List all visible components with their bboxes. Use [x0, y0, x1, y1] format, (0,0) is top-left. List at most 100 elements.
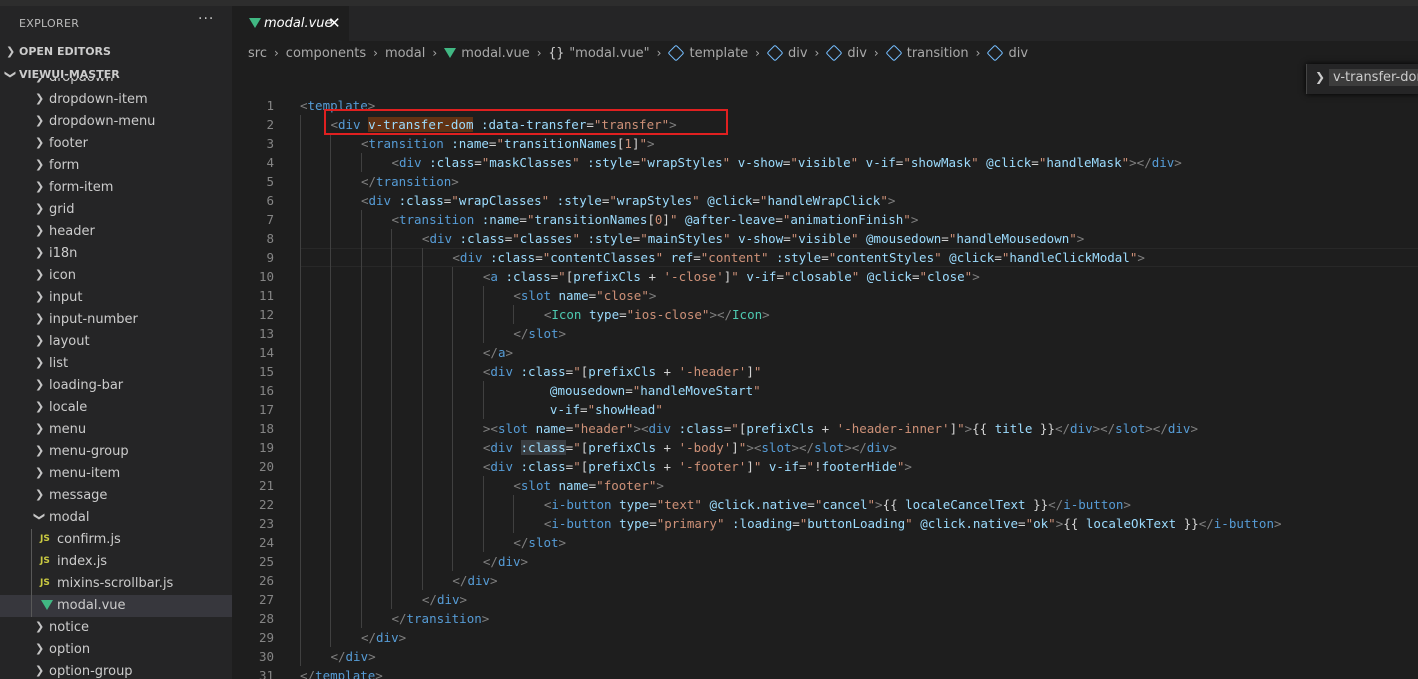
code-line[interactable]: 5 </transition> — [232, 172, 1418, 191]
tree-folder[interactable]: ❯ grid — [0, 199, 232, 221]
code-token: </ — [513, 326, 529, 341]
code-line[interactable]: 27 </div> — [232, 590, 1418, 609]
tree-folder[interactable]: ❯ input-number — [0, 309, 232, 331]
tree-folder[interactable]: ❯ layout — [0, 331, 232, 353]
code-token: "footer" — [596, 478, 657, 493]
code-text: </div> — [361, 630, 406, 645]
close-icon[interactable]: ✕ — [328, 14, 341, 32]
code-line[interactable]: 8 <div :class="classes" :style="mainStyle… — [232, 229, 1418, 248]
code-line[interactable]: 24 </slot> — [232, 533, 1418, 552]
code-token: prefixCls — [588, 459, 656, 474]
tree-folder[interactable]: ❯ list — [0, 353, 232, 375]
tree-file[interactable]: modal.vue — [0, 595, 232, 617]
code-line[interactable]: 30 </div> — [232, 647, 1418, 666]
tree-folder[interactable]: ❯ form-item — [0, 177, 232, 199]
code-token: @click — [986, 155, 1032, 170]
code-line[interactable]: 10 <a :class="[prefixCls + '-close']" v-i… — [232, 267, 1418, 286]
tree-file[interactable]: JS index.js — [0, 551, 232, 573]
code-line[interactable]: 21 <slot name="footer"> — [232, 476, 1418, 495]
tree-folder[interactable]: ❯ dropdown — [0, 78, 232, 89]
tree-folder[interactable]: ❯ message — [0, 485, 232, 507]
breadcrumb-item[interactable]: {} "modal.vue" — [549, 46, 650, 61]
code-line[interactable]: 12 <Icon type="ios-close"></Icon> — [232, 305, 1418, 324]
tree-folder[interactable]: ❯ header — [0, 221, 232, 243]
tree-folder[interactable]: ❯ notice — [0, 617, 232, 639]
tree-folder[interactable]: ❯ menu — [0, 419, 232, 441]
code-line[interactable]: 6 <div :class="wrapClasses" :style="wrapS… — [232, 191, 1418, 210]
code-line[interactable]: 19 <div :class="[prefixCls + '-body']"><s… — [232, 438, 1418, 457]
breadcrumb-item[interactable]: components — [286, 46, 366, 61]
code-line[interactable]: 26 </div> — [232, 571, 1418, 590]
code-token: @click — [949, 250, 995, 265]
tree-folder[interactable]: ❯ dropdown-menu — [0, 111, 232, 133]
code-token: :style — [556, 193, 602, 208]
breadcrumb-item[interactable]: modal.vue — [444, 46, 530, 61]
code-line[interactable]: 16 @mousedown="handleMoveStart" — [232, 381, 1418, 400]
tree-file[interactable]: JS confirm.js — [0, 529, 232, 551]
breadcrumb-item[interactable]: transition — [885, 44, 969, 62]
tree-folder[interactable]: ❯ menu-group — [0, 441, 232, 463]
code-token: = — [941, 231, 949, 246]
code-token: </ — [1048, 497, 1064, 512]
breadcrumb-item[interactable]: div — [825, 44, 867, 62]
code-text: </slot> — [513, 535, 566, 550]
tree-file[interactable]: JS mixins-scrollbar.js — [0, 573, 232, 595]
code-line[interactable]: 31 </template> — [232, 666, 1418, 679]
code-line[interactable]: 25 </div> — [232, 552, 1418, 571]
breadcrumb-item[interactable]: div — [766, 44, 808, 62]
tree-folder[interactable]: ❯ icon — [0, 265, 232, 287]
tree-folder[interactable]: ❯ i18n — [0, 243, 232, 265]
line-number: 13 — [258, 326, 274, 341]
open-editors-section[interactable]: ❯ OPEN EDITORS — [0, 41, 232, 63]
code-line[interactable]: 20 <div :class="[prefixCls + '-footer']" … — [232, 457, 1418, 476]
tree-folder[interactable]: ❯ footer — [0, 133, 232, 155]
code-line[interactable]: 15 <div :class="[prefixCls + '-header']" — [232, 362, 1418, 381]
code-token: > — [490, 573, 498, 588]
code-token: = — [799, 459, 807, 474]
line-number: 4 — [266, 155, 274, 170]
breadcrumb-item[interactable]: div — [986, 44, 1028, 62]
breadcrumb-item[interactable]: modal — [385, 46, 425, 61]
indent-guide — [513, 305, 515, 324]
code-line[interactable]: 9 <div :class="contentClasses" ref="conte… — [232, 248, 1418, 267]
editor-tab-bar: modal.vue ✕ — [232, 6, 1418, 41]
breadcrumb-label: "modal.vue" — [569, 45, 650, 61]
tree-folder[interactable]: ❯ input — [0, 287, 232, 309]
more-actions-icon[interactable]: ··· — [198, 11, 214, 27]
chevron-right-icon: ❯ — [35, 180, 45, 193]
code-line[interactable]: 4 <div :class="maskClasses" :style="wrapS… — [232, 153, 1418, 172]
code-line[interactable]: 18 ><slot name="header"><div :class="[pre… — [232, 419, 1418, 438]
code-editor[interactable]: 1 <template> 2 <div v-transfer-dom :data-tr… — [232, 94, 1418, 679]
code-line[interactable]: 11 <slot name="close"> — [232, 286, 1418, 305]
sticky-scroll-widget[interactable]: ❯ v-transfer-dom — [1306, 64, 1418, 94]
tree-folder[interactable]: ❯ loading-bar — [0, 375, 232, 397]
code-line[interactable]: 17 v-if="showHead" — [232, 400, 1418, 419]
tree-folder[interactable]: ❯ form — [0, 155, 232, 177]
tree-folder[interactable]: ❯ dropdown-item — [0, 89, 232, 111]
code-line[interactable]: 23 <i-button type="primary" :loading="but… — [232, 514, 1418, 533]
code-line[interactable]: 13 </slot> — [232, 324, 1418, 343]
code-line[interactable]: 3 <transition :name="transitionNames[1]"> — [232, 134, 1418, 153]
code-line[interactable]: 7 <transition :name="transitionNames[0]" … — [232, 210, 1418, 229]
breadcrumb-item[interactable]: template — [667, 44, 748, 62]
code-token: :class — [520, 459, 566, 474]
code-token: "text" — [656, 497, 702, 512]
code-token: showMask — [910, 155, 972, 170]
code-token: " — [1121, 155, 1130, 170]
tree-folder[interactable]: ❯ option-group — [0, 661, 232, 679]
code-line[interactable]: 28 </transition> — [232, 609, 1418, 628]
line-number: 30 — [258, 649, 274, 664]
tree-folder[interactable]: ❯ menu-item — [0, 463, 232, 485]
code-line[interactable]: 14 </a> — [232, 343, 1418, 362]
tree-folder[interactable]: ❯ option — [0, 639, 232, 661]
tree-folder[interactable]: ❯ locale — [0, 397, 232, 419]
code-line[interactable]: 22 <i-button type="text" @click.native="c… — [232, 495, 1418, 514]
tree-item-label: layout — [49, 334, 90, 349]
chevron-right-icon: ❯ — [35, 92, 45, 105]
tree-folder[interactable]: ❯ modal — [0, 507, 232, 529]
breadcrumb-item[interactable]: src — [248, 46, 267, 61]
tab-modal-vue[interactable]: modal.vue ✕ — [232, 6, 349, 41]
code-line[interactable]: 29 </div> — [232, 628, 1418, 647]
